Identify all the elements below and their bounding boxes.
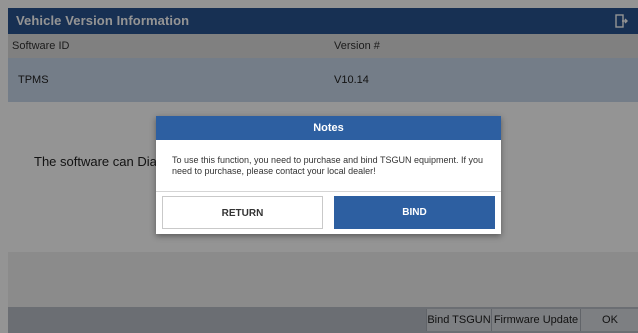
notes-dialog: Notes To use this function, you need to … (156, 116, 501, 234)
dialog-title: Notes (156, 116, 501, 140)
return-button[interactable]: RETURN (162, 196, 323, 229)
dialog-message: To use this function, you need to purcha… (172, 155, 484, 176)
bind-button[interactable]: BIND (334, 196, 495, 229)
dialog-divider (156, 191, 501, 192)
screen: Vehicle Version Information Software ID … (0, 0, 638, 333)
